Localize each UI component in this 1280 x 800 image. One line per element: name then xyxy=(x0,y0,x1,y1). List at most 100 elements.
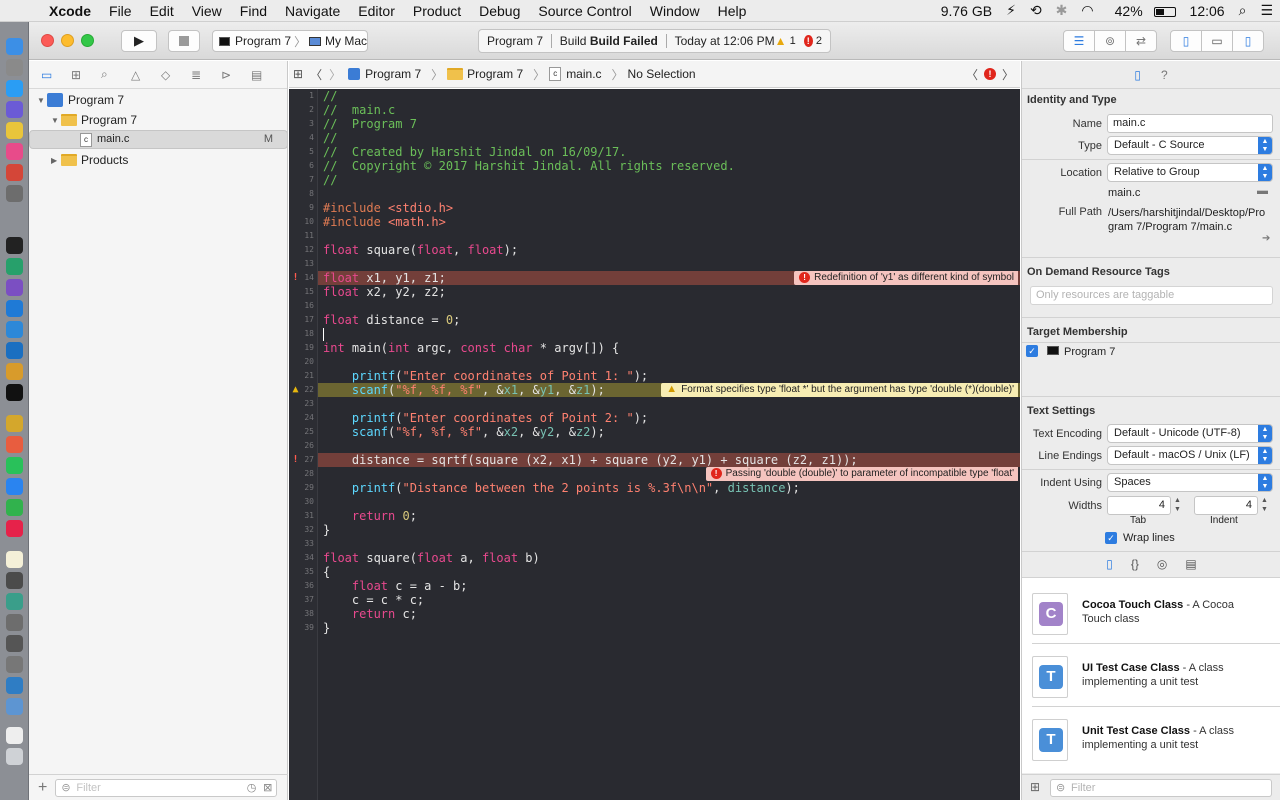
tree-item-group[interactable]: ▼ Program 7 xyxy=(29,110,288,130)
indent-width-stepper[interactable]: ▲ ▼ xyxy=(1261,496,1268,514)
stop-button[interactable] xyxy=(168,30,200,52)
disclosure-triangle-icon[interactable]: ▼ xyxy=(37,96,47,105)
menu-find[interactable]: Find xyxy=(231,3,276,19)
vscode-dock-icon[interactable] xyxy=(6,342,23,359)
quick-help-icon[interactable]: ? xyxy=(1161,68,1168,82)
wifi-icon[interactable]: ◠ xyxy=(1074,2,1100,19)
menu-source-control[interactable]: Source Control xyxy=(529,3,640,19)
notes-dock-icon[interactable] xyxy=(6,551,23,568)
disclosure-triangle-icon[interactable]: ▶ xyxy=(51,156,61,165)
object-library-icon[interactable]: ◎ xyxy=(1157,557,1167,571)
tab-width-stepper[interactable]: ▲ ▼ xyxy=(1174,496,1181,514)
breakpoint-icon[interactable]: ⊳ xyxy=(221,68,251,82)
error-icon[interactable]: ! xyxy=(803,35,813,47)
endings-select[interactable]: Default - macOS / Unix (LF) ▲ ▼ xyxy=(1107,446,1273,465)
photos-dock-icon[interactable] xyxy=(6,436,23,453)
target-checkbox[interactable]: ✓ xyxy=(1026,345,1038,357)
notification-center-icon[interactable]: ☰ xyxy=(1253,2,1280,19)
app-dock-icon[interactable] xyxy=(6,321,23,338)
menu-clock[interactable]: 12:06 xyxy=(1183,3,1232,19)
file-template-icon[interactable]: ▯ xyxy=(1106,557,1113,571)
app-dock-icon[interactable] xyxy=(6,698,23,715)
breadcrumb-file[interactable]: c main.c xyxy=(549,67,602,81)
source-control-icon[interactable]: ⊞ xyxy=(71,68,101,82)
menu-navigate[interactable]: Navigate xyxy=(276,3,349,19)
activity-viewer[interactable]: Program 7 Build Build Failed Today at 12… xyxy=(478,29,831,53)
error-icon[interactable]: ! xyxy=(983,68,996,80)
whatsapp-dock-icon[interactable] xyxy=(6,457,23,474)
tree-item-products[interactable]: ▶ Products xyxy=(29,150,288,170)
menu-edit[interactable]: Edit xyxy=(141,3,183,19)
app-dock-icon[interactable] xyxy=(6,677,23,694)
search-icon[interactable]: ⌕ xyxy=(101,67,131,82)
xcode-dock-icon[interactable] xyxy=(6,300,23,317)
test-icon[interactable]: ◇ xyxy=(161,68,191,82)
toggle-utilities-button[interactable]: ▯ xyxy=(1232,30,1264,52)
breadcrumb-project[interactable]: Program 7 xyxy=(348,67,421,81)
time-machine-icon[interactable]: ⟲ xyxy=(1023,2,1049,19)
run-button[interactable]: ▶ xyxy=(121,30,157,52)
trash-dock-icon[interactable] xyxy=(6,748,23,765)
back-arrow-icon[interactable]: 〈 xyxy=(310,66,322,83)
standard-editor-button[interactable]: ☰ xyxy=(1063,30,1095,52)
finder-dock-icon[interactable] xyxy=(6,38,23,55)
bluetooth-icon[interactable]: ✱ xyxy=(1049,2,1075,19)
app-dock-icon[interactable] xyxy=(6,635,23,652)
app-dock-icon[interactable] xyxy=(6,363,23,380)
visual-studio-dock-icon[interactable] xyxy=(6,279,23,296)
library-item-cocoa-touch-class[interactable]: C Cocoa Touch Class - A Cocoa Touch clas… xyxy=(1032,585,1272,645)
itunes-dock-icon[interactable] xyxy=(6,143,23,160)
tree-item-project[interactable]: ▼ Program 7 xyxy=(29,90,288,110)
library-filter-input[interactable]: ⊜ Filter xyxy=(1050,779,1272,797)
menu-help[interactable]: Help xyxy=(709,3,756,19)
close-window-button[interactable] xyxy=(41,34,54,47)
type-select[interactable]: Default - C Source ▲ ▼ xyxy=(1107,136,1273,155)
source-editor[interactable]: ! ▲ ! 1 2 3 4 5 6 7 8 9 10 11 12 13 14 15 16 17 18 19 20 21 2… xyxy=(289,89,1020,800)
app-dock-icon[interactable] xyxy=(6,415,23,432)
menu-xcode[interactable]: Xcode xyxy=(40,3,100,19)
scm-filter-icon[interactable]: ⊠ xyxy=(263,780,272,796)
gmail-dock-icon[interactable] xyxy=(6,164,23,181)
breadcrumb-symbol[interactable]: No Selection xyxy=(628,67,696,81)
menu-view[interactable]: View xyxy=(183,3,231,19)
previous-issue-icon[interactable]: 〈 xyxy=(966,66,978,83)
app-dock-icon[interactable] xyxy=(6,614,23,631)
github-dock-icon[interactable] xyxy=(6,237,23,254)
report-icon[interactable]: ▤ xyxy=(251,68,281,82)
launchpad-dock-icon[interactable] xyxy=(6,59,23,76)
app-dock-icon[interactable] xyxy=(6,206,23,223)
add-icon[interactable]: + xyxy=(38,779,47,797)
next-issue-icon[interactable]: 〉 xyxy=(1002,66,1014,83)
grid-view-icon[interactable]: ⊞ xyxy=(1030,780,1040,794)
messenger-dock-icon[interactable] xyxy=(6,478,23,495)
encoding-select[interactable]: Default - Unicode (UTF-8) ▲ ▼ xyxy=(1107,424,1273,443)
tab-width-field[interactable]: 4 xyxy=(1107,496,1171,515)
zoom-window-button[interactable] xyxy=(81,34,94,47)
indent-using-select[interactable]: Spaces ▲ ▼ xyxy=(1107,473,1273,492)
spotlight-search-icon[interactable]: ⌕ xyxy=(1232,2,1254,19)
tree-item-main-c[interactable]: c main.c M xyxy=(29,130,288,149)
media-library-icon[interactable]: ▤ xyxy=(1185,557,1196,571)
name-field[interactable]: main.c xyxy=(1107,114,1273,133)
library-item-unit-test-case-class[interactable]: T Unit Test Case Class - A class impleme… xyxy=(1032,711,1272,771)
error-annotation[interactable]: ! Passing 'double (double)' to parameter … xyxy=(705,467,1018,481)
menu-editor[interactable]: Editor xyxy=(349,3,404,19)
issue-icon[interactable]: △ xyxy=(131,68,161,82)
forward-arrow-icon[interactable]: 〉 xyxy=(329,66,341,83)
menu-window[interactable]: Window xyxy=(641,3,709,19)
wrap-lines-checkbox[interactable]: ✓ xyxy=(1105,532,1117,544)
related-items-icon[interactable]: ⊞ xyxy=(293,67,303,81)
code-snippet-icon[interactable]: {} xyxy=(1131,557,1139,571)
file-inspector-icon[interactable]: ▯ xyxy=(1134,68,1141,82)
disclosure-triangle-icon[interactable]: ▼ xyxy=(51,116,61,125)
indent-width-field[interactable]: 4 xyxy=(1194,496,1258,515)
facetime-dock-icon[interactable] xyxy=(6,499,23,516)
safari-dock-icon[interactable] xyxy=(6,80,23,97)
reveal-folder-icon[interactable]: ▬ xyxy=(1257,185,1268,197)
battery-status[interactable]: 42% xyxy=(1101,3,1183,19)
error-annotation[interactable]: ! Redefinition of 'y1' as different kind … xyxy=(794,271,1018,285)
toggle-navigator-button[interactable]: ▯ xyxy=(1170,30,1202,52)
app-dock-icon[interactable] xyxy=(6,258,23,275)
app-dock-icon[interactable] xyxy=(6,727,23,744)
scheme-selector[interactable]: Program 7 〉 My Mac xyxy=(212,30,368,52)
